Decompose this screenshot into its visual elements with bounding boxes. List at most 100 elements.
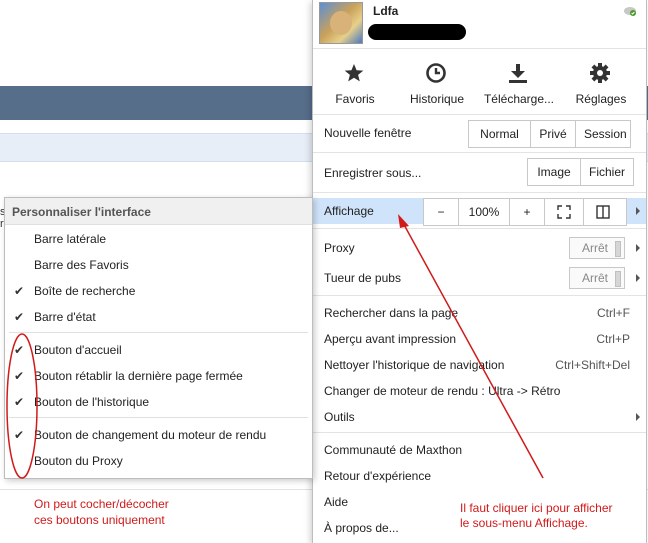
restore-closed-page-toggle-item[interactable]: ✔ Bouton rétablir la dernière page fermé…: [5, 363, 312, 389]
zoom-in-button[interactable]: +: [509, 199, 544, 225]
star-icon: [344, 64, 364, 82]
search-box-label: Boîte de recherche: [34, 284, 136, 298]
tools-label: Outils: [324, 410, 355, 424]
bookmarks-bar-toggle-item[interactable]: Barre des Favoris: [5, 252, 312, 278]
split-view-button[interactable]: [583, 199, 622, 225]
separator: [313, 228, 646, 229]
toggle-handle: [615, 241, 621, 257]
fullscreen-button[interactable]: [544, 199, 583, 225]
annotation-line-2: le sous-menu Affichage.: [460, 516, 588, 530]
fullscreen-icon: [557, 205, 571, 219]
bookmarks-bar-label: Barre des Favoris: [34, 258, 129, 272]
submenu-arrow-icon: [636, 413, 640, 421]
status-bar-toggle-item[interactable]: ✔ Barre d'état: [5, 304, 312, 330]
page-header-area: [0, 0, 305, 87]
tools-menu-item[interactable]: Outils: [313, 404, 646, 430]
status-bar-label: Barre d'état: [34, 310, 96, 324]
adblock-label: Tueur de pubs: [324, 271, 401, 285]
help-label: Aide: [324, 495, 349, 509]
quick-access-bar: Favoris Historique Télécharge... Réglage…: [313, 49, 646, 115]
find-in-page-item[interactable]: Rechercher dans la page Ctrl+F: [313, 300, 646, 326]
annotation-text: Il faut cliquer ici pour afficher le sou…: [460, 501, 613, 531]
caption-line-2: ces boutons uniquement: [34, 513, 165, 527]
save-as-label: Enregistrer sous...: [324, 166, 422, 180]
separator: [313, 192, 646, 193]
history-button-label: Bouton de l'historique: [34, 395, 150, 409]
submenu-arrow-icon: [636, 274, 640, 282]
checkmark-icon: ✔: [14, 369, 25, 383]
clear-history-label: Nettoyer l'historique de navigation: [324, 358, 505, 372]
render-engine-button-toggle-item[interactable]: ✔ Bouton de changement du moteur de rend…: [5, 422, 312, 448]
about-label: À propos de...: [324, 521, 399, 535]
separator: [313, 432, 646, 433]
session-window-button[interactable]: Session: [575, 121, 630, 147]
downloads-button[interactable]: Télécharge...: [479, 49, 559, 114]
customize-interface-submenu: Personnaliser l'interface Barre latérale…: [4, 197, 313, 479]
history-label: Historique: [409, 92, 465, 106]
render-engine-item[interactable]: Changer de moteur de rendu : Ultra -> Ré…: [313, 378, 646, 404]
feedback-item[interactable]: Retour d'expérience: [313, 463, 646, 489]
adblock-state: Arrêt: [582, 271, 609, 285]
annotation-line-1: Il faut cliquer ici pour afficher: [460, 501, 613, 515]
cloud-sync-icon[interactable]: [623, 5, 637, 17]
proxy-button-toggle-item[interactable]: Bouton du Proxy: [5, 448, 312, 474]
render-engine-button-label: Bouton de changement du moteur de rendu: [34, 428, 267, 442]
render-engine-label: Changer de moteur de rendu : Ultra -> Ré…: [324, 384, 561, 398]
favorites-button[interactable]: Favoris: [315, 49, 395, 114]
redacted-email: [368, 24, 466, 40]
new-window-label: Nouvelle fenêtre: [324, 126, 412, 140]
checkmark-icon: ✔: [14, 284, 25, 298]
cat-avatar-icon[interactable]: [319, 2, 363, 44]
print-preview-label: Aperçu avant impression: [324, 332, 457, 346]
adblock-toggle[interactable]: Arrêt: [569, 267, 625, 289]
separator: [313, 152, 646, 153]
proxy-button-label: Bouton du Proxy: [34, 454, 123, 468]
checkmark-icon: ✔: [14, 428, 25, 442]
zoom-controls: − 100% +: [423, 198, 627, 226]
history-button[interactable]: Historique: [397, 49, 477, 114]
main-menu: Ldfa Favoris Historique Télécharge... Ré…: [312, 0, 647, 543]
username: Ldfa: [373, 4, 399, 18]
downloads-label: Télécharge...: [483, 92, 555, 106]
checkmark-icon: ✔: [14, 395, 25, 409]
proxy-toggle[interactable]: Arrêt: [569, 237, 625, 259]
view-label: Affichage: [324, 204, 374, 218]
split-screen-icon: [596, 205, 610, 219]
print-preview-item[interactable]: Aperçu avant impression Ctrl+P: [313, 326, 646, 352]
user-header[interactable]: Ldfa: [313, 0, 646, 49]
find-label: Rechercher dans la page: [324, 306, 459, 320]
normal-window-button[interactable]: Normal: [469, 121, 530, 147]
clock-icon: [426, 63, 446, 83]
submenu-arrow-icon: [636, 207, 640, 215]
proxy-label: Proxy: [324, 241, 355, 255]
home-button-toggle-item[interactable]: ✔ Bouton d'accueil: [5, 337, 312, 363]
new-window-options: Normal Privé Session: [468, 120, 631, 148]
history-button-toggle-item[interactable]: ✔ Bouton de l'historique: [5, 389, 312, 415]
download-icon: [509, 64, 527, 83]
zoom-out-button[interactable]: −: [424, 199, 458, 225]
submenu-arrow-icon: [636, 244, 640, 252]
private-window-button[interactable]: Privé: [530, 121, 575, 147]
proxy-state: Arrêt: [582, 241, 609, 255]
separator: [313, 295, 646, 296]
submenu-separator: [9, 332, 308, 333]
sidebar-toggle-label: Barre latérale: [34, 232, 107, 246]
search-box-toggle-item[interactable]: ✔ Boîte de recherche: [5, 278, 312, 304]
community-label: Communauté de Maxthon: [324, 443, 463, 457]
submenu-header: Personnaliser l'interface: [5, 198, 312, 225]
print-preview-shortcut: Ctrl+P: [596, 332, 630, 346]
checkmark-icon: ✔: [14, 343, 25, 357]
zoom-level: 100%: [458, 199, 509, 225]
sidebar-toggle-item[interactable]: Barre latérale: [5, 226, 312, 252]
save-image-button[interactable]: Image: [528, 159, 580, 185]
submenu-separator: [9, 417, 308, 418]
settings-label: Réglages: [575, 92, 627, 106]
community-item[interactable]: Communauté de Maxthon: [313, 437, 646, 463]
gear-icon: [590, 63, 610, 83]
clear-history-item[interactable]: Nettoyer l'historique de navigation Ctrl…: [313, 352, 646, 378]
settings-button[interactable]: Réglages: [561, 49, 641, 114]
submenu-title: Personnaliser l'interface: [12, 205, 151, 219]
caption-note: On peut cocher/décocher ces boutons uniq…: [34, 496, 169, 528]
save-file-button[interactable]: Fichier: [580, 159, 633, 185]
home-button-label: Bouton d'accueil: [34, 343, 122, 357]
